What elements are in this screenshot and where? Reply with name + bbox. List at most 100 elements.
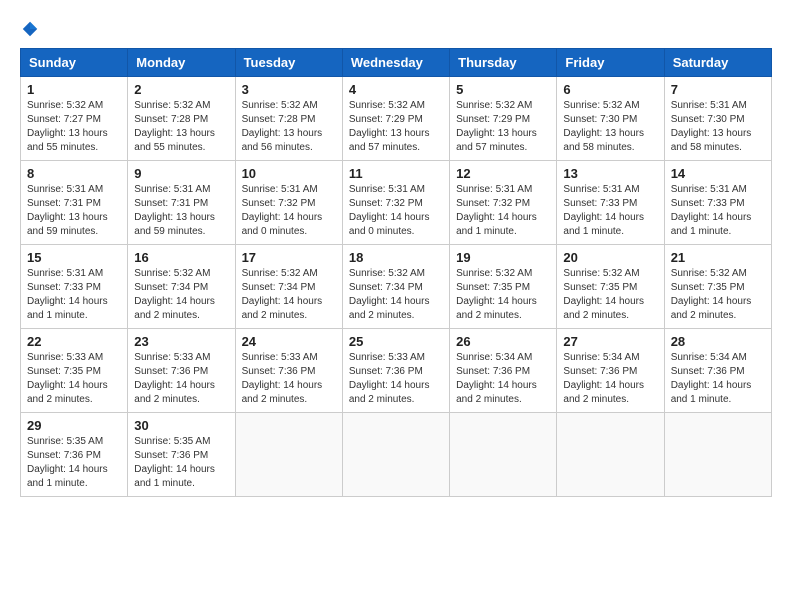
day-info: Sunrise: 5:34 AM Sunset: 7:36 PM Dayligh…	[671, 351, 765, 407]
day-number: 26	[456, 334, 550, 349]
logo-icon	[21, 20, 39, 38]
calendar-cell: 1 Sunrise: 5:32 AM Sunset: 7:27 PM Daylig…	[21, 77, 128, 161]
day-number: 21	[671, 250, 765, 265]
calendar-cell: 7 Sunrise: 5:31 AM Sunset: 7:30 PM Daylig…	[664, 77, 771, 161]
day-number: 9	[134, 166, 228, 181]
day-info: Sunrise: 5:31 AM Sunset: 7:33 PM Dayligh…	[563, 183, 657, 239]
logo	[20, 20, 40, 38]
day-info: Sunrise: 5:35 AM Sunset: 7:36 PM Dayligh…	[27, 435, 121, 491]
day-number: 10	[242, 166, 336, 181]
day-number: 1	[27, 82, 121, 97]
day-number: 12	[456, 166, 550, 181]
day-number: 16	[134, 250, 228, 265]
calendar-cell: 28 Sunrise: 5:34 AM Sunset: 7:36 PM Dayli…	[664, 329, 771, 413]
day-info: Sunrise: 5:31 AM Sunset: 7:31 PM Dayligh…	[134, 183, 228, 239]
day-info: Sunrise: 5:32 AM Sunset: 7:35 PM Dayligh…	[456, 267, 550, 323]
calendar-cell: 13 Sunrise: 5:31 AM Sunset: 7:33 PM Dayli…	[557, 161, 664, 245]
day-number: 19	[456, 250, 550, 265]
day-info: Sunrise: 5:32 AM Sunset: 7:29 PM Dayligh…	[456, 99, 550, 155]
day-info: Sunrise: 5:32 AM Sunset: 7:35 PM Dayligh…	[563, 267, 657, 323]
calendar-cell: 22 Sunrise: 5:33 AM Sunset: 7:35 PM Dayli…	[21, 329, 128, 413]
day-info: Sunrise: 5:31 AM Sunset: 7:32 PM Dayligh…	[242, 183, 336, 239]
weekday-header-saturday: Saturday	[664, 49, 771, 77]
day-info: Sunrise: 5:32 AM Sunset: 7:30 PM Dayligh…	[563, 99, 657, 155]
day-info: Sunrise: 5:31 AM Sunset: 7:30 PM Dayligh…	[671, 99, 765, 155]
calendar-cell: 26 Sunrise: 5:34 AM Sunset: 7:36 PM Dayli…	[450, 329, 557, 413]
weekday-header-sunday: Sunday	[21, 49, 128, 77]
day-number: 13	[563, 166, 657, 181]
day-number: 18	[349, 250, 443, 265]
day-info: Sunrise: 5:31 AM Sunset: 7:32 PM Dayligh…	[349, 183, 443, 239]
calendar-cell: 17 Sunrise: 5:32 AM Sunset: 7:34 PM Dayli…	[235, 245, 342, 329]
day-info: Sunrise: 5:34 AM Sunset: 7:36 PM Dayligh…	[563, 351, 657, 407]
day-number: 15	[27, 250, 121, 265]
calendar-cell: 2 Sunrise: 5:32 AM Sunset: 7:28 PM Daylig…	[128, 77, 235, 161]
calendar-cell: 21 Sunrise: 5:32 AM Sunset: 7:35 PM Dayli…	[664, 245, 771, 329]
day-number: 28	[671, 334, 765, 349]
calendar-cell: 27 Sunrise: 5:34 AM Sunset: 7:36 PM Dayli…	[557, 329, 664, 413]
calendar-cell	[235, 413, 342, 497]
day-number: 27	[563, 334, 657, 349]
day-number: 17	[242, 250, 336, 265]
weekday-header-monday: Monday	[128, 49, 235, 77]
day-info: Sunrise: 5:31 AM Sunset: 7:33 PM Dayligh…	[671, 183, 765, 239]
calendar-cell: 24 Sunrise: 5:33 AM Sunset: 7:36 PM Dayli…	[235, 329, 342, 413]
day-info: Sunrise: 5:33 AM Sunset: 7:36 PM Dayligh…	[242, 351, 336, 407]
calendar-week-row: 1 Sunrise: 5:32 AM Sunset: 7:27 PM Daylig…	[21, 77, 772, 161]
calendar-cell: 16 Sunrise: 5:32 AM Sunset: 7:34 PM Dayli…	[128, 245, 235, 329]
day-info: Sunrise: 5:33 AM Sunset: 7:35 PM Dayligh…	[27, 351, 121, 407]
calendar-cell	[342, 413, 449, 497]
weekday-header-wednesday: Wednesday	[342, 49, 449, 77]
day-info: Sunrise: 5:32 AM Sunset: 7:28 PM Dayligh…	[242, 99, 336, 155]
day-info: Sunrise: 5:32 AM Sunset: 7:34 PM Dayligh…	[349, 267, 443, 323]
day-info: Sunrise: 5:32 AM Sunset: 7:35 PM Dayligh…	[671, 267, 765, 323]
calendar-cell: 15 Sunrise: 5:31 AM Sunset: 7:33 PM Dayli…	[21, 245, 128, 329]
day-info: Sunrise: 5:35 AM Sunset: 7:36 PM Dayligh…	[134, 435, 228, 491]
calendar-week-row: 8Sunrise: 5:31 AM Sunset: 7:31 PM Daylig…	[21, 161, 772, 245]
day-info: Sunrise: 5:34 AM Sunset: 7:36 PM Dayligh…	[456, 351, 550, 407]
calendar-cell: 14Sunrise: 5:31 AM Sunset: 7:33 PM Dayli…	[664, 161, 771, 245]
day-info: Sunrise: 5:31 AM Sunset: 7:33 PM Dayligh…	[27, 267, 121, 323]
day-info: Sunrise: 5:32 AM Sunset: 7:29 PM Dayligh…	[349, 99, 443, 155]
day-info: Sunrise: 5:32 AM Sunset: 7:34 PM Dayligh…	[134, 267, 228, 323]
calendar-header-row: SundayMondayTuesdayWednesdayThursdayFrid…	[21, 49, 772, 77]
calendar-cell: 11 Sunrise: 5:31 AM Sunset: 7:32 PM Dayli…	[342, 161, 449, 245]
calendar-cell: 29 Sunrise: 5:35 AM Sunset: 7:36 PM Dayli…	[21, 413, 128, 497]
calendar-cell: 9 Sunrise: 5:31 AM Sunset: 7:31 PM Daylig…	[128, 161, 235, 245]
calendar-cell: 3 Sunrise: 5:32 AM Sunset: 7:28 PM Daylig…	[235, 77, 342, 161]
day-info: Sunrise: 5:33 AM Sunset: 7:36 PM Dayligh…	[134, 351, 228, 407]
day-number: 25	[349, 334, 443, 349]
calendar-cell: 6Sunrise: 5:32 AM Sunset: 7:30 PM Daylig…	[557, 77, 664, 161]
calendar-table: SundayMondayTuesdayWednesdayThursdayFrid…	[20, 48, 772, 497]
day-number: 23	[134, 334, 228, 349]
day-number: 22	[27, 334, 121, 349]
calendar-cell	[664, 413, 771, 497]
calendar-cell: 8Sunrise: 5:31 AM Sunset: 7:31 PM Daylig…	[21, 161, 128, 245]
day-info: Sunrise: 5:31 AM Sunset: 7:32 PM Dayligh…	[456, 183, 550, 239]
page-header	[20, 20, 772, 38]
day-number: 29	[27, 418, 121, 433]
day-number: 7	[671, 82, 765, 97]
calendar-cell: 20Sunrise: 5:32 AM Sunset: 7:35 PM Dayli…	[557, 245, 664, 329]
day-info: Sunrise: 5:32 AM Sunset: 7:27 PM Dayligh…	[27, 99, 121, 155]
calendar-week-row: 29 Sunrise: 5:35 AM Sunset: 7:36 PM Dayli…	[21, 413, 772, 497]
day-info: Sunrise: 5:33 AM Sunset: 7:36 PM Dayligh…	[349, 351, 443, 407]
calendar-cell: 4Sunrise: 5:32 AM Sunset: 7:29 PM Daylig…	[342, 77, 449, 161]
calendar-cell: 23 Sunrise: 5:33 AM Sunset: 7:36 PM Dayli…	[128, 329, 235, 413]
calendar-cell	[450, 413, 557, 497]
calendar-cell: 10 Sunrise: 5:31 AM Sunset: 7:32 PM Dayli…	[235, 161, 342, 245]
calendar-cell: 30 Sunrise: 5:35 AM Sunset: 7:36 PM Dayli…	[128, 413, 235, 497]
day-number: 11	[349, 166, 443, 181]
day-number: 5	[456, 82, 550, 97]
day-number: 30	[134, 418, 228, 433]
calendar-week-row: 15 Sunrise: 5:31 AM Sunset: 7:33 PM Dayli…	[21, 245, 772, 329]
calendar-cell: 25 Sunrise: 5:33 AM Sunset: 7:36 PM Dayli…	[342, 329, 449, 413]
weekday-header-tuesday: Tuesday	[235, 49, 342, 77]
weekday-header-friday: Friday	[557, 49, 664, 77]
day-number: 2	[134, 82, 228, 97]
day-info: Sunrise: 5:32 AM Sunset: 7:28 PM Dayligh…	[134, 99, 228, 155]
day-number: 24	[242, 334, 336, 349]
day-number: 3	[242, 82, 336, 97]
day-info: Sunrise: 5:32 AM Sunset: 7:34 PM Dayligh…	[242, 267, 336, 323]
day-info: Sunrise: 5:31 AM Sunset: 7:31 PM Dayligh…	[27, 183, 121, 239]
